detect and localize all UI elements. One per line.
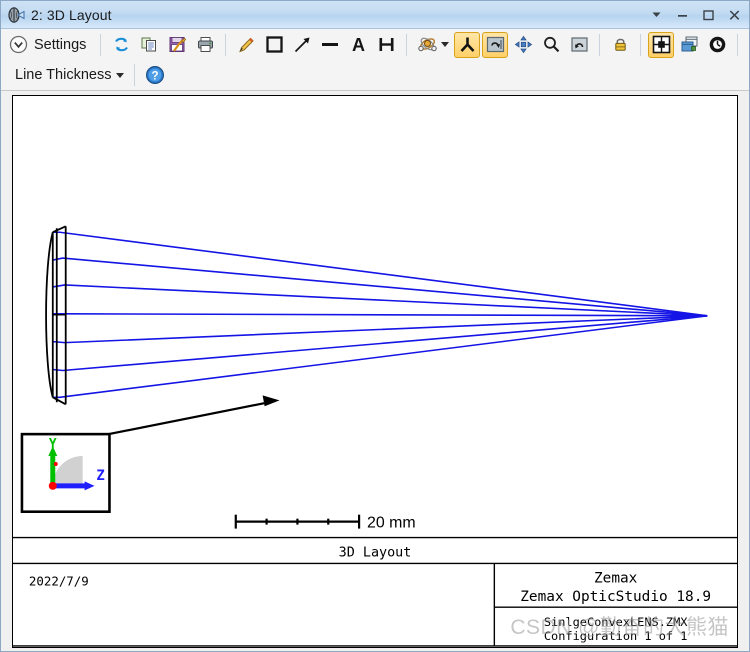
clock-icon[interactable] bbox=[704, 32, 730, 58]
toolbar-area: Settings A Line Thickness ? bbox=[1, 29, 749, 91]
chevron-down-circle-icon bbox=[9, 35, 28, 54]
print-icon[interactable] bbox=[192, 32, 218, 58]
axis-tripod-icon[interactable] bbox=[454, 31, 481, 58]
plot-vendor: Zemax bbox=[594, 570, 638, 586]
3d-layout-window: 2: 3D Layout Settings A Line Thickness ?… bbox=[0, 0, 750, 652]
toolbar-separator bbox=[225, 33, 227, 56]
line-thickness-button[interactable]: Line Thickness bbox=[7, 65, 128, 85]
settings-button[interactable]: Settings bbox=[7, 33, 94, 56]
plot-footer-box: 3D Layout 2022/7/9 Zemax Zemax OpticStud… bbox=[13, 536, 737, 647]
help-icon[interactable]: ? bbox=[142, 62, 168, 88]
lock-icon[interactable] bbox=[607, 32, 633, 58]
refresh-icon[interactable] bbox=[108, 32, 134, 58]
text-annotation-icon[interactable]: A bbox=[345, 32, 371, 58]
chevron-down-icon bbox=[116, 72, 125, 78]
scale-bar-label: 20 mm bbox=[367, 515, 416, 532]
toolbar-row-primary: Settings A bbox=[1, 29, 749, 60]
lens-element bbox=[45, 225, 67, 406]
arrow-annotation-icon[interactable] bbox=[289, 32, 315, 58]
layout-drawing: Y Z 20 mm 3D Layout 2022/7/9 Zemax Zemax… bbox=[13, 225, 737, 647]
title-bar: 2: 3D Layout bbox=[1, 1, 749, 29]
plot-product: Zemax OpticStudio 18.9 bbox=[520, 589, 711, 605]
toolbar-separator bbox=[599, 33, 601, 56]
layout-plot[interactable]: Y Z 20 mm 3D Layout 2022/7/9 Zemax Zemax… bbox=[12, 95, 738, 648]
toolbar-separator bbox=[737, 33, 739, 56]
ray-bundle bbox=[52, 231, 708, 399]
line-annotation-icon[interactable] bbox=[317, 32, 343, 58]
close-button[interactable] bbox=[721, 4, 747, 26]
lens-icon bbox=[6, 5, 26, 25]
plot-canvas-area: Y Z 20 mm 3D Layout 2022/7/9 Zemax Zemax… bbox=[1, 91, 749, 652]
zoom-icon[interactable] bbox=[538, 32, 564, 58]
axis-label-z: Z bbox=[96, 468, 104, 484]
plot-date: 2022/7/9 bbox=[29, 573, 89, 588]
scale-bar bbox=[234, 514, 361, 529]
save-image-icon[interactable] bbox=[164, 32, 190, 58]
toolbar-separator bbox=[134, 64, 136, 86]
maximize-button[interactable] bbox=[695, 4, 721, 26]
rotate-3d-icon[interactable] bbox=[414, 32, 440, 58]
window-controls bbox=[643, 4, 747, 26]
plot-footer-title: 3D Layout bbox=[339, 545, 412, 560]
window-title: 2: 3D Layout bbox=[31, 6, 112, 23]
clone-window-icon[interactable] bbox=[676, 32, 702, 58]
zoom-reset-icon[interactable] bbox=[566, 32, 592, 58]
toolbar-row-secondary: Line Thickness ? bbox=[1, 60, 749, 90]
toolbar-separator bbox=[406, 33, 408, 56]
plot-configuration: Configuration 1 of 1 bbox=[544, 629, 688, 643]
axis-orientation-box: Y Z bbox=[20, 432, 111, 513]
rotate-3d-dropdown-arrow[interactable] bbox=[441, 42, 453, 47]
toolbar-separator bbox=[640, 33, 642, 56]
fit-window-icon[interactable] bbox=[648, 31, 675, 58]
copy-icon[interactable] bbox=[136, 32, 162, 58]
svg-text:A: A bbox=[352, 35, 365, 55]
pan-icon[interactable] bbox=[510, 32, 536, 58]
rectangle-annotation-icon[interactable] bbox=[261, 32, 287, 58]
plot-file-name: SinlgeConvexLENS.ZMX bbox=[544, 615, 688, 629]
toolbar-separator bbox=[100, 33, 102, 56]
line-thickness-label: Line Thickness bbox=[15, 67, 112, 83]
pencil-annotation-icon[interactable] bbox=[233, 32, 259, 58]
dimension-annotation-icon[interactable] bbox=[373, 32, 399, 58]
axis-label-y: Y bbox=[49, 437, 57, 452]
rotate-view-icon[interactable] bbox=[482, 31, 509, 58]
svg-text:?: ? bbox=[152, 71, 159, 83]
chevron-down-icon bbox=[441, 42, 450, 47]
pointer-arrowhead bbox=[262, 395, 280, 407]
minimize-button[interactable] bbox=[669, 4, 695, 26]
settings-label: Settings bbox=[34, 36, 87, 53]
window-menu-button[interactable] bbox=[643, 4, 669, 26]
